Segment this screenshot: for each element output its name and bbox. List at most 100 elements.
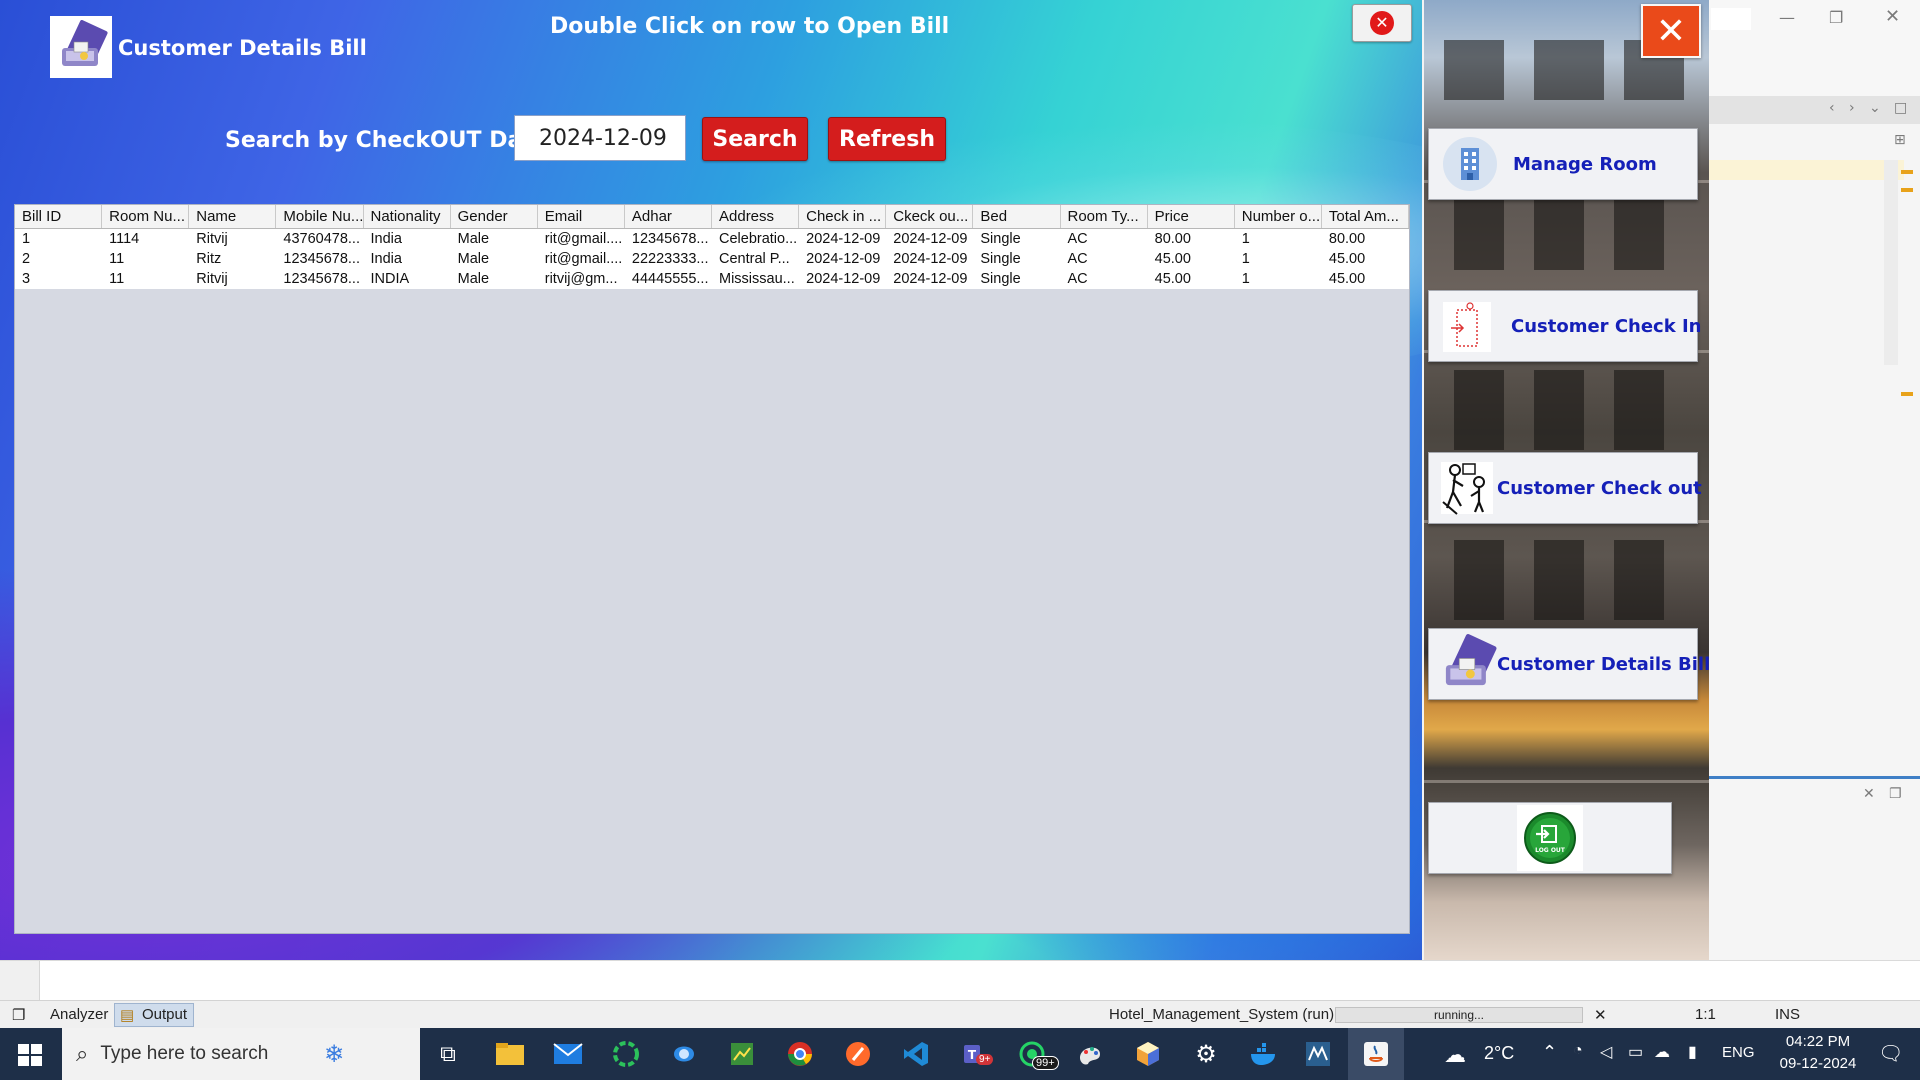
customer-check-out-button[interactable]: Customer Check out	[1428, 452, 1702, 524]
bill-table[interactable]: Bill ID Room Nu... Name Mobile Nu... Nationa…	[14, 204, 1410, 934]
manage-room-button[interactable]: Manage Room	[1428, 128, 1698, 200]
table-cell: 1114	[109, 231, 140, 247]
column-header[interactable]: Bill ID	[15, 205, 103, 228]
teams-icon[interactable]: T 9+	[958, 1038, 994, 1070]
app-spreadsheet-icon[interactable]	[726, 1038, 758, 1070]
pane-close-icon[interactable]: ✕	[1863, 786, 1875, 802]
building-window	[1454, 200, 1504, 270]
column-header[interactable]: Nationality	[364, 205, 451, 228]
weather-temperature[interactable]: 2°C	[1484, 1043, 1514, 1064]
logout-icon: LOG OUT	[1517, 805, 1583, 871]
column-header[interactable]: Total Am...	[1322, 205, 1409, 228]
mysql-workbench-icon[interactable]	[1302, 1038, 1334, 1070]
table-row[interactable]: 2 11 Ritz 12345678... India Male rit@gmail....…	[15, 249, 1409, 269]
table-cell: 22223333...	[631, 251, 709, 267]
search-button[interactable]: Search	[702, 117, 808, 161]
microphone-icon[interactable]: ▮	[1688, 1042, 1697, 1062]
chevron-right-icon[interactable]: ›	[1849, 100, 1855, 116]
taskbar-search-box[interactable]: ⌕ Type here to search ❄	[62, 1028, 420, 1080]
output-tab-label: Output	[142, 1006, 188, 1023]
battery-icon[interactable]: ▭	[1628, 1042, 1643, 1062]
ide-search-box[interactable]	[1711, 8, 1751, 30]
column-header[interactable]: Check in ...	[799, 205, 887, 228]
close-window-button[interactable]: ✕	[1352, 4, 1412, 42]
docker-icon[interactable]	[1248, 1038, 1280, 1070]
column-header[interactable]: Room Nu...	[102, 205, 190, 228]
window-close-icon[interactable]: ✕	[1885, 6, 1900, 27]
whatsapp-icon[interactable]: 99+	[1016, 1038, 1059, 1070]
check-in-icon	[1437, 293, 1497, 359]
app-blue-icon[interactable]	[668, 1038, 700, 1070]
building-window	[1454, 370, 1504, 450]
app-orange-icon[interactable]	[842, 1038, 874, 1070]
output-gutter	[0, 961, 40, 1001]
teams-badge: 9+	[976, 1054, 994, 1065]
warning-marker	[1901, 392, 1913, 396]
column-header[interactable]: Email	[538, 205, 625, 228]
column-header[interactable]: Price	[1148, 205, 1235, 228]
tray-expand-icon[interactable]: ⌃	[1542, 1042, 1557, 1063]
notification-icon[interactable]: 🗨	[1878, 1041, 1903, 1066]
checkout-date-input[interactable]: 2024-12-09	[514, 115, 686, 161]
column-header[interactable]: Name	[189, 205, 277, 228]
column-header[interactable]: Number o...	[1235, 205, 1322, 228]
clock-time[interactable]: 04:22 PM	[1772, 1033, 1864, 1050]
table-cell: AC	[1067, 271, 1088, 287]
analyzer-tab[interactable]: Analyzer	[50, 1006, 108, 1023]
details-bill-label: Customer Details Bill	[1497, 653, 1711, 675]
pane-restore-icon[interactable]: ❐	[1889, 786, 1902, 802]
table-row[interactable]: 1 1114 Ritvij 43760478... India Male rit@gmail…	[15, 229, 1409, 249]
minimize-icon[interactable]: —	[1779, 8, 1795, 27]
refresh-button[interactable]: Refresh	[828, 117, 946, 161]
file-explorer-icon[interactable]	[494, 1038, 526, 1070]
table-body: 1 1114 Ritvij 43760478... India Male rit@gmail…	[15, 229, 1409, 289]
restore-window-icon[interactable]: ❐	[12, 1006, 25, 1024]
app-ring-icon[interactable]	[610, 1038, 642, 1070]
table-row[interactable]: 3 11 Ritvij 12345678... INDIA Male ritvij@gm..…	[15, 269, 1409, 289]
language-indicator[interactable]: ENG	[1722, 1044, 1755, 1061]
onedrive-icon[interactable]: ☁	[1654, 1042, 1670, 1062]
chrome-icon[interactable]	[784, 1038, 816, 1070]
restore-icon[interactable]: ❐	[1829, 8, 1843, 27]
app-cube-icon[interactable]	[1132, 1038, 1164, 1070]
clock-date[interactable]: 09-12-2024	[1766, 1055, 1870, 1072]
chevron-left-icon[interactable]: ‹	[1829, 100, 1835, 116]
task-view-icon[interactable]: ⧉	[432, 1038, 464, 1070]
paint-icon[interactable]	[1074, 1038, 1106, 1070]
table-cell: Ritvij	[196, 271, 228, 287]
logout-button[interactable]: LOG OUT	[1428, 802, 1672, 874]
table-cell: AC	[1067, 251, 1088, 267]
close-icon: ✕	[1370, 11, 1394, 35]
editor-scrollbar[interactable]	[1884, 160, 1898, 365]
table-cell: Male	[457, 271, 490, 287]
column-header[interactable]: Mobile Nu...	[276, 205, 364, 228]
maximize-icon[interactable]: □	[1894, 100, 1907, 116]
column-header[interactable]: Address	[712, 205, 800, 228]
weather-widget-icon[interactable]: ❄	[324, 1040, 344, 1068]
column-header[interactable]: Adhar	[625, 205, 712, 228]
ide-tab-strip	[1709, 96, 1920, 124]
column-header[interactable]: Ckeck ou...	[886, 205, 974, 228]
chevron-down-icon[interactable]: ⌄	[1869, 100, 1881, 116]
column-header[interactable]: Gender	[451, 205, 538, 228]
column-header[interactable]: Room Ty...	[1061, 205, 1148, 228]
customer-check-in-button[interactable]: Customer Check In	[1428, 290, 1701, 362]
settings-gear-icon[interactable]: ⚙	[1190, 1038, 1222, 1070]
table-cell: AC	[1067, 231, 1088, 247]
java-icon[interactable]	[1360, 1038, 1392, 1070]
stop-run-icon[interactable]: ✕	[1594, 1006, 1607, 1024]
volume-icon[interactable]: ◁	[1600, 1042, 1612, 1062]
table-cell: Single	[980, 231, 1021, 247]
wifi-icon[interactable]: ◔	[1573, 1042, 1583, 1060]
column-header[interactable]: Bed	[973, 205, 1061, 228]
vscode-icon[interactable]	[900, 1038, 932, 1070]
table-cell: 45.00	[1154, 251, 1191, 267]
windows-start-icon[interactable]	[14, 1038, 46, 1070]
table-cell: Male	[457, 251, 490, 267]
table-cell: 1	[22, 231, 31, 247]
customer-details-bill-button[interactable]: Customer Details Bill	[1428, 628, 1710, 700]
exit-app-button[interactable]: ✕	[1641, 4, 1701, 58]
mail-icon[interactable]	[552, 1038, 584, 1070]
weather-cloud-icon[interactable]: ☁	[1444, 1042, 1466, 1068]
split-icon[interactable]: ⊞	[1894, 132, 1906, 148]
